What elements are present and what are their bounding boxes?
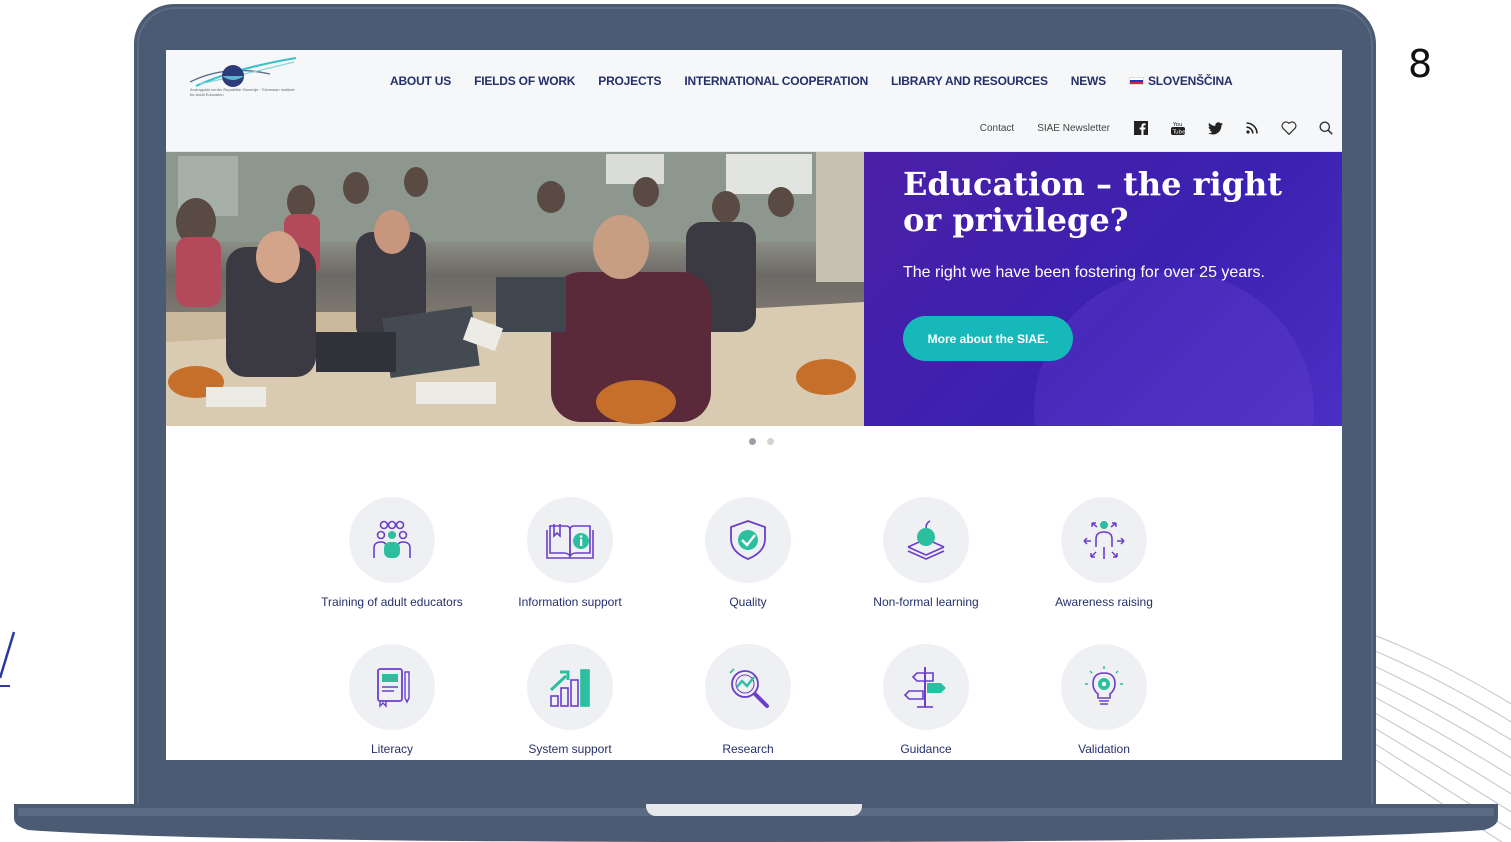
feature-label: Research (722, 742, 774, 756)
feature-label: Training of adult educators (321, 595, 463, 609)
carousel-dot-2[interactable] (767, 438, 774, 445)
bar-chart-up-icon (549, 669, 590, 707)
slide: 8 Andragoški center Republike Slovenije … (0, 0, 1511, 842)
feature-label: Information support (518, 595, 622, 609)
shield-check-icon (730, 520, 766, 560)
lightbulb-gear-icon (1085, 666, 1123, 705)
hero-carousel: Education – the right or privilege? The … (166, 152, 1342, 426)
nav-fields-of-work[interactable]: FIELDS OF WORK (474, 74, 575, 88)
hero-photo-classroom (166, 152, 864, 426)
feature-label: Literacy (370, 742, 414, 756)
nav-library-and-resources[interactable]: LIBRARY AND RESOURCES (891, 74, 1048, 88)
more-about-button[interactable]: More about the SIAE. (903, 316, 1073, 361)
feature-circle (349, 644, 435, 730)
classroom-photo-illustration (166, 152, 864, 426)
people-group-icon (373, 520, 411, 558)
main-nav: ABOUT US FIELDS OF WORK PROJECTS INTERNA… (390, 72, 1233, 90)
feature-research[interactable]: Research (658, 644, 838, 756)
facebook-icon[interactable] (1131, 118, 1151, 138)
feature-circle (883, 497, 969, 583)
feature-non-formal[interactable]: Non-formal learning (836, 497, 1016, 609)
nav-language[interactable]: SLOVENŠČINA (1128, 72, 1233, 90)
feature-circle (527, 497, 613, 583)
youtube-icon[interactable]: You Tube (1168, 118, 1188, 138)
feature-circle (705, 644, 791, 730)
feature-label: System support (528, 742, 612, 756)
slide-number: 8 (1408, 42, 1433, 86)
feature-label: Validation (1078, 742, 1130, 756)
site-header: Andragoški center Republike Slovenije · … (166, 50, 1342, 152)
nav-news[interactable]: NEWS (1071, 74, 1106, 88)
contact-link[interactable]: Contact (980, 123, 1014, 134)
nav-projects[interactable]: PROJECTS (598, 74, 661, 88)
feature-circle (705, 497, 791, 583)
rss-icon[interactable] (1242, 118, 1262, 138)
link-fragment (0, 631, 16, 687)
feature-awareness[interactable]: Awareness raising (1014, 497, 1194, 609)
hero-subtitle: The right we have been fostering for ove… (903, 264, 1265, 281)
notebook-icon (377, 668, 410, 708)
person-arrows-icon (1083, 521, 1125, 559)
slovenia-flag-icon (1128, 76, 1144, 85)
laptop-screen: Andragoški center Republike Slovenije · … (166, 50, 1342, 760)
feature-circle (1061, 497, 1147, 583)
nav-language-label: SLOVENŠČINA (1147, 74, 1233, 88)
laptop-hinge (646, 804, 862, 816)
feature-label: Quality (729, 595, 767, 609)
feature-guidance[interactable]: Guidance (836, 644, 1016, 756)
feature-circle (1061, 644, 1147, 730)
utility-nav: Contact SIAE Newsletter You Tube (980, 118, 1336, 138)
carousel-dots (749, 438, 774, 445)
newsletter-link[interactable]: SIAE Newsletter (1037, 123, 1110, 134)
feature-circle (883, 644, 969, 730)
feature-circle (527, 644, 613, 730)
decorative-swirl (1034, 272, 1314, 426)
search-icon[interactable] (1316, 118, 1336, 138)
feature-system-support[interactable]: System support (480, 644, 660, 756)
info-book-icon (546, 524, 594, 559)
nav-international-cooperation[interactable]: INTERNATIONAL COOPERATION (684, 74, 868, 88)
logo-caption: Andragoški center Republike Slovenije · … (190, 87, 295, 97)
apple-books-icon (907, 520, 945, 560)
feature-circle (349, 497, 435, 583)
svg-text:Tube: Tube (1172, 129, 1185, 135)
hero-text-panel: Education – the right or privilege? The … (864, 152, 1342, 426)
feature-training[interactable]: Training of adult educators (302, 497, 482, 609)
feature-label: Awareness raising (1055, 595, 1153, 609)
feature-literacy[interactable]: Literacy (302, 644, 482, 756)
feature-quality[interactable]: Quality (658, 497, 838, 609)
twitter-icon[interactable] (1205, 118, 1225, 138)
hero-title: Education – the right or privilege? (903, 165, 1283, 239)
magnifier-chart-icon (729, 668, 769, 708)
signpost-icon (903, 667, 946, 708)
feature-validation[interactable]: Validation (1014, 644, 1194, 756)
nav-about-us[interactable]: ABOUT US (390, 74, 451, 88)
carousel-dot-1[interactable] (749, 438, 756, 445)
feature-information[interactable]: Information support (480, 497, 660, 609)
feature-label: Non-formal learning (873, 595, 979, 609)
feature-label: Guidance (900, 742, 952, 756)
heart-icon[interactable] (1279, 118, 1299, 138)
